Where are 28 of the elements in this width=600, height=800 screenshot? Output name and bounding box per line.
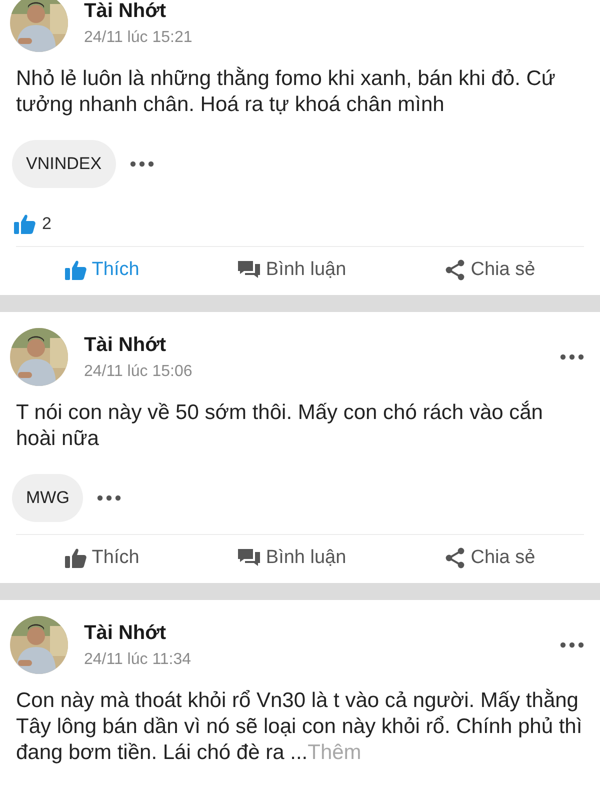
comment-icon [236,548,261,568]
post-time: 24/11 lúc 15:06 [84,362,192,380]
share-icon [444,259,466,281]
like-count-icon [14,214,36,234]
post-text: Con này mà thoát khỏi rổ Vn30 là t vào cả người. Mấy thằng Tây lông bán dần vì nó sẽ loại con này khỏi rổ. Chính phủ thì đang bơm tiền. Lái chó đè ra ...Thêm [16,688,584,766]
more-icon[interactable] [97,495,122,501]
post-time: 24/11 lúc 15:21 [84,28,192,46]
post-text: Nhỏ lẻ luôn là những thằng fomo khi xanh, bán khi đỏ. Cứ tưởng nhanh chân. Hoá ra tự khoá chân mình [16,66,556,118]
post-text: T nói con này về 50 sớm thôi. Mấy con chó rách vào cắn hoài nữa [16,400,544,452]
comment-button[interactable]: Bình luận [228,255,354,285]
author-name[interactable]: Tài Nhớt [84,334,166,356]
thumbs-up-icon [64,260,87,280]
share-button[interactable]: Chia sẻ [436,543,544,573]
like-button[interactable]: Thích [56,543,148,573]
thumbs-up-icon [64,548,87,568]
share-icon [444,547,466,569]
more-icon[interactable] [560,642,584,648]
author-name[interactable]: Tài Nhớt [84,622,166,644]
stock-tag[interactable]: MWG [12,474,84,522]
author-name[interactable]: Tài Nhớt [84,0,166,22]
comment-button[interactable]: Bình luận [228,543,354,573]
post-time: 24/11 lúc 11:34 [84,650,192,668]
more-icon[interactable] [560,354,584,360]
comment-icon [236,260,261,280]
stock-tag[interactable]: VNINDEX [12,140,116,188]
like-count: 2 [42,214,52,234]
more-icon[interactable] [130,161,154,167]
share-button[interactable]: Chia sẻ [436,255,544,285]
